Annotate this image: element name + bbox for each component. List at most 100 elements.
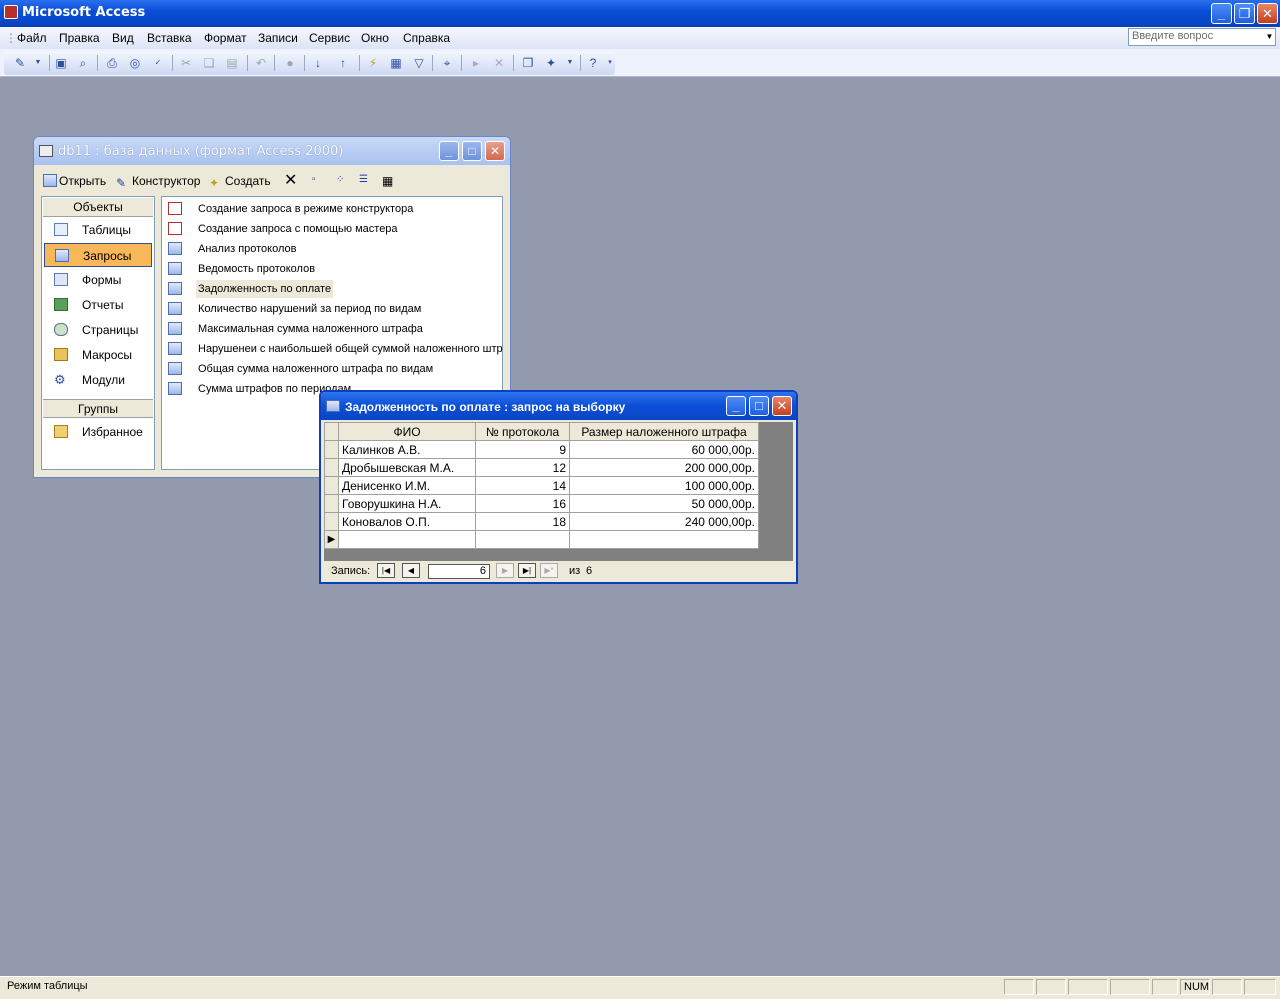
object-queries[interactable]: Запросы [44,243,152,267]
large-icons-icon[interactable]: ▫ [312,174,316,185]
menu-view[interactable]: Вид [112,31,134,45]
menu-edit[interactable]: Правка [59,31,100,45]
filter-by-form-icon[interactable]: ▦ [388,55,404,71]
open-button[interactable]: Открыть [43,174,106,188]
cell-fio[interactable]: Дробышевская М.А. [338,458,476,477]
cell-protocol[interactable]: 14 [475,476,570,495]
sort-ascending-icon[interactable]: ↓ [310,55,326,71]
access-app-icon[interactable] [4,5,18,19]
cell-fine[interactable]: 100 000,00р. [569,476,759,495]
cell-fine[interactable]: 240 000,00р. [569,512,759,531]
small-icons-icon[interactable]: ⁘ [336,174,344,185]
query-window-title-bar[interactable]: Задолженность по оплате : запрос на выбо… [321,392,796,420]
design-button[interactable]: ✎ Конструктор [116,174,200,190]
cell-fio[interactable] [338,530,476,549]
cell-fine[interactable] [569,530,759,549]
ask-question-input[interactable]: Введите вопрос [1128,28,1276,46]
menu-file[interactable]: Файл [17,31,47,45]
column-header[interactable]: ФИО [338,422,476,441]
cell-protocol[interactable]: 16 [475,494,570,513]
view-icon[interactable]: ✎ [12,55,28,71]
file-search-icon[interactable]: ⌕ [75,55,91,71]
last-record-icon[interactable]: ▶| [518,563,536,578]
previous-record-icon[interactable]: ◀ [402,563,420,578]
spelling-icon[interactable]: ✓ [150,55,166,71]
create-button[interactable]: ✦ Создать [209,174,271,190]
object-forms[interactable]: Формы [44,268,152,292]
print-preview-icon[interactable]: ◎ [127,55,143,71]
groups-header[interactable]: Группы [43,399,153,418]
menu-insert[interactable]: Вставка [147,31,192,45]
cell-fine[interactable]: 50 000,00р. [569,494,759,513]
record-number-input[interactable]: 6 [428,564,490,579]
object-macros[interactable]: Макросы [44,343,152,367]
minimize-icon[interactable]: _ [726,396,746,416]
help-icon[interactable]: ? [585,55,601,71]
restore-icon[interactable]: ❐ [1234,3,1255,24]
database-window-title-bar[interactable]: db11 : база данных (формат Access 2000) … [34,137,510,165]
menu-records[interactable]: Записи [258,31,298,45]
object-pages[interactable]: Страницы [44,318,152,342]
record-selector[interactable] [324,476,339,495]
cell-fio[interactable]: Калинков А.В. [338,440,476,459]
cell-fio[interactable]: Говорушкина Н.А. [338,494,476,513]
column-header[interactable]: Размер наложенного штрафа [569,422,759,441]
cell-fio[interactable]: Коновалов О.П. [338,512,476,531]
chevron-down-icon[interactable]: ▼ [1264,29,1275,45]
save-icon[interactable]: ▣ [53,55,69,71]
column-header[interactable]: № протокола [475,422,570,441]
group-favorites[interactable]: Избранное [44,420,152,444]
find-icon[interactable]: ⌖ [439,55,455,71]
sort-descending-icon[interactable]: ↑ [335,55,351,71]
details-view-icon[interactable]: ▦ [382,174,393,188]
minimize-icon[interactable]: _ [1211,3,1232,24]
paste-icon[interactable]: ▤ [224,55,240,71]
menu-format[interactable]: Формат [204,31,247,45]
cell-protocol[interactable] [475,530,570,549]
new-object-icon[interactable]: ✦ [543,55,559,71]
cell-fine[interactable]: 200 000,00р. [569,458,759,477]
hyperlink-icon[interactable]: ● [282,55,298,71]
toolbar-options-icon[interactable]: ▾ [605,55,615,71]
new-record-icon[interactable]: ▸ [468,55,484,71]
new-record-nav-icon[interactable]: ▶* [540,563,558,578]
record-selector[interactable] [324,458,339,477]
current-record-arrow-icon[interactable]: ▶ [324,530,339,549]
first-record-icon[interactable]: |◀ [377,563,395,578]
record-selector[interactable] [324,440,339,459]
close-icon[interactable]: ✕ [772,396,792,416]
delete-icon[interactable]: ✕ [284,170,297,190]
record-selector[interactable] [324,512,339,531]
cell-protocol[interactable]: 12 [475,458,570,477]
close-icon[interactable]: ✕ [485,141,505,161]
cell-protocol[interactable]: 9 [475,440,570,459]
new-object-dropdown-icon[interactable]: ▼ [562,55,578,71]
objects-header[interactable]: Объекты [43,198,153,217]
menu-help[interactable]: Справка [403,31,450,45]
close-icon[interactable]: ✕ [1257,3,1278,24]
apply-filter-icon[interactable]: ▽ [411,55,427,71]
filter-by-selection-icon[interactable]: ⚡ [365,55,381,71]
record-selector[interactable] [324,494,339,513]
maximize-icon[interactable]: □ [462,141,482,161]
delete-record-icon[interactable]: ✕ [491,55,507,71]
object-tables[interactable]: Таблицы [44,218,152,242]
view-dropdown-icon[interactable]: ▼ [30,55,46,71]
menu-window[interactable]: Окно [361,31,389,45]
cell-fio[interactable]: Денисенко И.М. [338,476,476,495]
cell-fine[interactable]: 60 000,00р. [569,440,759,459]
next-record-icon[interactable]: ▶ [496,563,514,578]
database-window-icon[interactable]: ❐ [520,55,536,71]
menu-tools[interactable]: Сервис [309,31,350,45]
select-all-cell[interactable] [324,422,339,441]
object-modules[interactable]: ⚙ Модули [44,368,152,392]
undo-icon[interactable]: ↶ [253,55,269,71]
object-reports[interactable]: Отчеты [44,293,152,317]
maximize-icon[interactable]: □ [749,396,769,416]
print-icon[interactable]: ⎙ [104,55,120,71]
list-view-icon[interactable]: ☰ [359,174,368,185]
cut-icon[interactable]: ✂ [178,55,194,71]
minimize-icon[interactable]: _ [439,141,459,161]
copy-icon[interactable]: ❏ [201,55,217,71]
cell-protocol[interactable]: 18 [475,512,570,531]
